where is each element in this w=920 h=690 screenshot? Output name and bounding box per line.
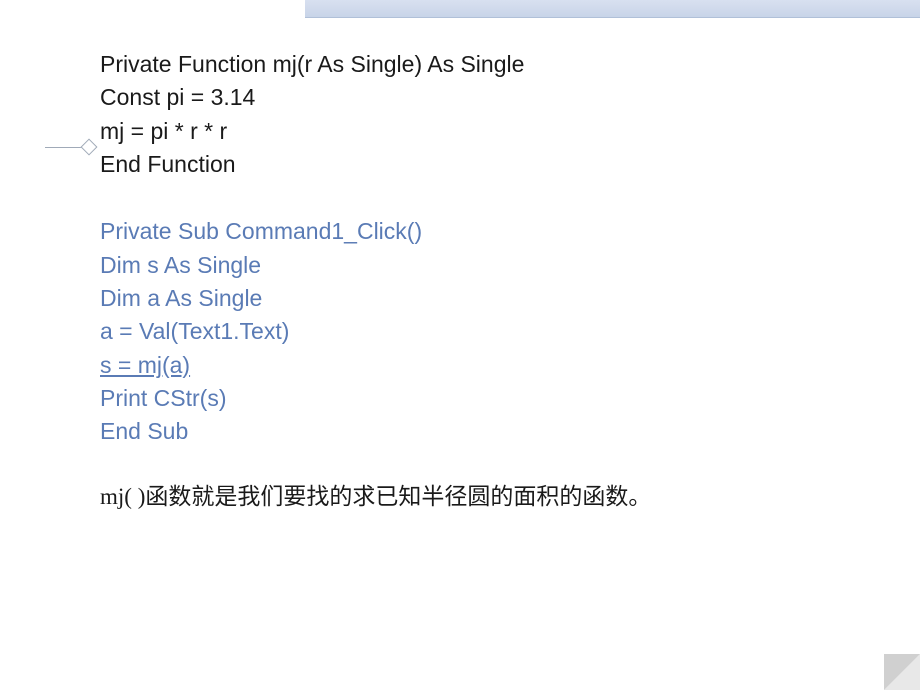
side-decoration (45, 138, 89, 158)
code-line: Dim s As Single (100, 249, 860, 282)
spacer (100, 181, 860, 215)
code-line: Dim a As Single (100, 282, 860, 315)
code-line: Const pi = 3.14 (100, 81, 860, 114)
code-line: Private Function mj(r As Single) As Sing… (100, 48, 860, 81)
side-diamond-icon (81, 139, 98, 156)
code-line: mj = pi * r * r (100, 115, 860, 148)
slide-content: Private Function mj(r As Single) As Sing… (100, 48, 860, 511)
code-line: s = mj(a) (100, 349, 860, 382)
code-line: End Sub (100, 415, 860, 448)
code-line: End Function (100, 148, 860, 181)
top-decoration-bar (305, 0, 920, 18)
explanation-note: mj( )函数就是我们要找的求已知半径圆的面积的函数。 (100, 477, 860, 511)
page-corner-fold-icon (884, 654, 920, 690)
code-line: Print CStr(s) (100, 382, 860, 415)
code-line: Private Sub Command1_Click() (100, 215, 860, 248)
code-line: a = Val(Text1.Text) (100, 315, 860, 348)
